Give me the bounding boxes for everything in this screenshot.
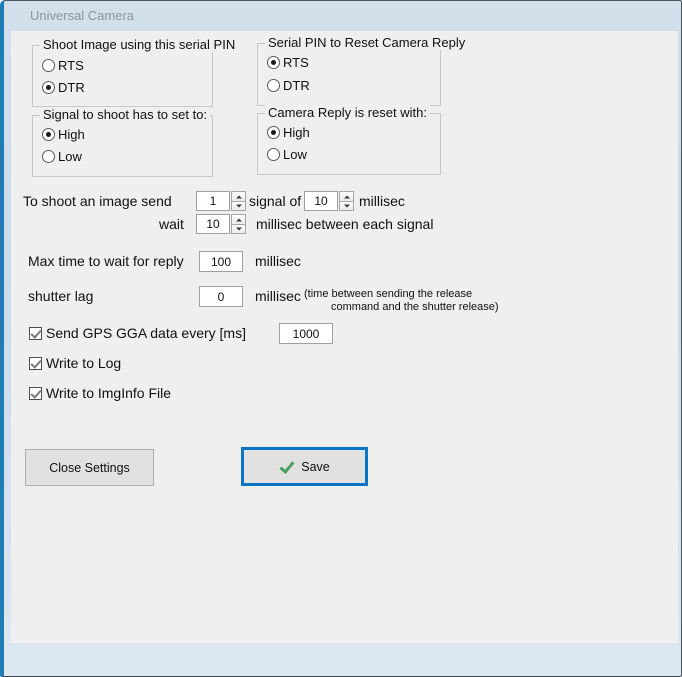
close-settings-button[interactable]: Close Settings	[25, 449, 154, 486]
radio-signal-high[interactable]: High	[42, 127, 85, 142]
shoot-row-middle-label: signal of	[249, 193, 302, 209]
radio-label: Low	[283, 147, 307, 162]
checkbox-send-gps-gga[interactable]: Send GPS GGA data every [ms]	[29, 325, 246, 341]
radio-label: DTR	[58, 80, 85, 95]
wait-row-suffix-label: millisec between each signal	[256, 216, 434, 232]
radio-icon-unchecked	[42, 150, 55, 163]
checkbox-label: Send GPS GGA data every [ms]	[46, 325, 246, 341]
radio-label: High	[58, 127, 85, 142]
checkbox-icon-checked	[29, 386, 42, 400]
spinner-down-icon[interactable]	[231, 201, 246, 211]
radio-label: RTS	[58, 58, 84, 73]
group-signal-level: Signal to shoot has to set to: High Low	[32, 107, 213, 177]
checkbox-label: Write to Log	[46, 355, 122, 371]
shoot-duration-stepper[interactable]	[304, 191, 354, 211]
radio-reply-reset-high[interactable]: High	[267, 125, 310, 140]
group-camera-reply-reset: Camera Reply is reset with: High Low	[257, 105, 441, 175]
radio-shoot-pin-dtr[interactable]: DTR	[42, 80, 85, 95]
max-wait-input[interactable]	[199, 251, 243, 272]
radio-icon-checked	[42, 81, 55, 94]
save-button-label: Save	[301, 459, 330, 474]
radio-icon-checked	[267, 126, 280, 139]
shutter-lag-note-line2: command and the shutter release)	[331, 301, 499, 313]
window-title: Universal Camera	[30, 8, 135, 23]
max-wait-label: Max time to wait for reply	[28, 253, 184, 269]
wait-stepper-buttons[interactable]	[231, 214, 246, 234]
spinner-up-icon[interactable]	[231, 191, 246, 201]
shutter-lag-note-line1: (time between sending the release	[304, 288, 473, 300]
universal-camera-window: Universal Camera Shoot Image using this …	[0, 0, 682, 677]
group-reset-camera-reply-pin: Serial PIN to Reset Camera Reply RTS DTR	[257, 35, 469, 106]
shoot-duration-stepper-buttons[interactable]	[339, 191, 354, 211]
radio-icon-unchecked	[267, 79, 280, 92]
wait-stepper[interactable]	[196, 214, 246, 234]
checkbox-label: Write to ImgInfo File	[46, 385, 172, 401]
radio-reset-pin-dtr[interactable]: DTR	[267, 78, 310, 93]
group-shoot-serial-pin-title: Shoot Image using this serial PIN	[40, 37, 239, 52]
radio-icon-unchecked	[267, 148, 280, 161]
group-signal-level-title: Signal to shoot has to set to:	[40, 107, 211, 122]
title-bar[interactable]: Universal Camera	[4, 1, 681, 31]
checkbox-write-to-log[interactable]: Write to Log	[29, 355, 121, 371]
shoot-row-prefix-label: To shoot an image send	[23, 193, 172, 209]
shutter-lag-label: shutter lag	[28, 288, 94, 304]
spinner-down-icon[interactable]	[231, 224, 246, 234]
spinner-up-icon[interactable]	[339, 191, 354, 201]
shutter-lag-input[interactable]	[199, 286, 243, 307]
shoot-count-stepper-buttons[interactable]	[231, 191, 246, 211]
group-camera-reply-reset-title: Camera Reply is reset with:	[265, 105, 430, 120]
radio-icon-checked	[42, 128, 55, 141]
radio-label: High	[283, 125, 310, 140]
checkbox-icon-checked	[29, 356, 42, 370]
save-button[interactable]: Save	[241, 447, 368, 486]
group-reset-camera-reply-pin-title: Serial PIN to Reset Camera Reply	[265, 35, 469, 50]
shoot-row-suffix-label: millisec	[359, 193, 405, 209]
settings-client-area: Shoot Image using this serial PIN RTS DT…	[11, 31, 678, 643]
spinner-up-icon[interactable]	[231, 214, 246, 224]
radio-reply-reset-low[interactable]: Low	[267, 147, 307, 162]
shoot-count-input[interactable]	[196, 191, 230, 211]
shoot-duration-input[interactable]	[304, 191, 338, 211]
radio-icon-unchecked	[42, 59, 55, 72]
shoot-count-stepper[interactable]	[196, 191, 246, 211]
shutter-lag-unit-label: millisec	[255, 288, 301, 304]
checkbox-write-to-imginfo[interactable]: Write to ImgInfo File	[29, 385, 171, 401]
radio-signal-low[interactable]: Low	[42, 149, 82, 164]
radio-label: DTR	[283, 78, 310, 93]
wait-input[interactable]	[196, 214, 230, 234]
spinner-down-icon[interactable]	[339, 201, 354, 211]
checkmark-icon	[279, 460, 294, 473]
radio-icon-checked	[267, 56, 280, 69]
max-wait-unit-label: millisec	[255, 253, 301, 269]
checkbox-icon-checked	[29, 326, 42, 340]
gps-interval-input[interactable]	[279, 323, 333, 344]
wait-row-prefix-label: wait	[159, 216, 184, 232]
group-shoot-serial-pin: Shoot Image using this serial PIN RTS DT…	[32, 37, 239, 107]
radio-shoot-pin-rts[interactable]: RTS	[42, 58, 84, 73]
radio-label: Low	[58, 149, 82, 164]
radio-label: RTS	[283, 55, 309, 70]
radio-reset-pin-rts[interactable]: RTS	[267, 55, 309, 70]
